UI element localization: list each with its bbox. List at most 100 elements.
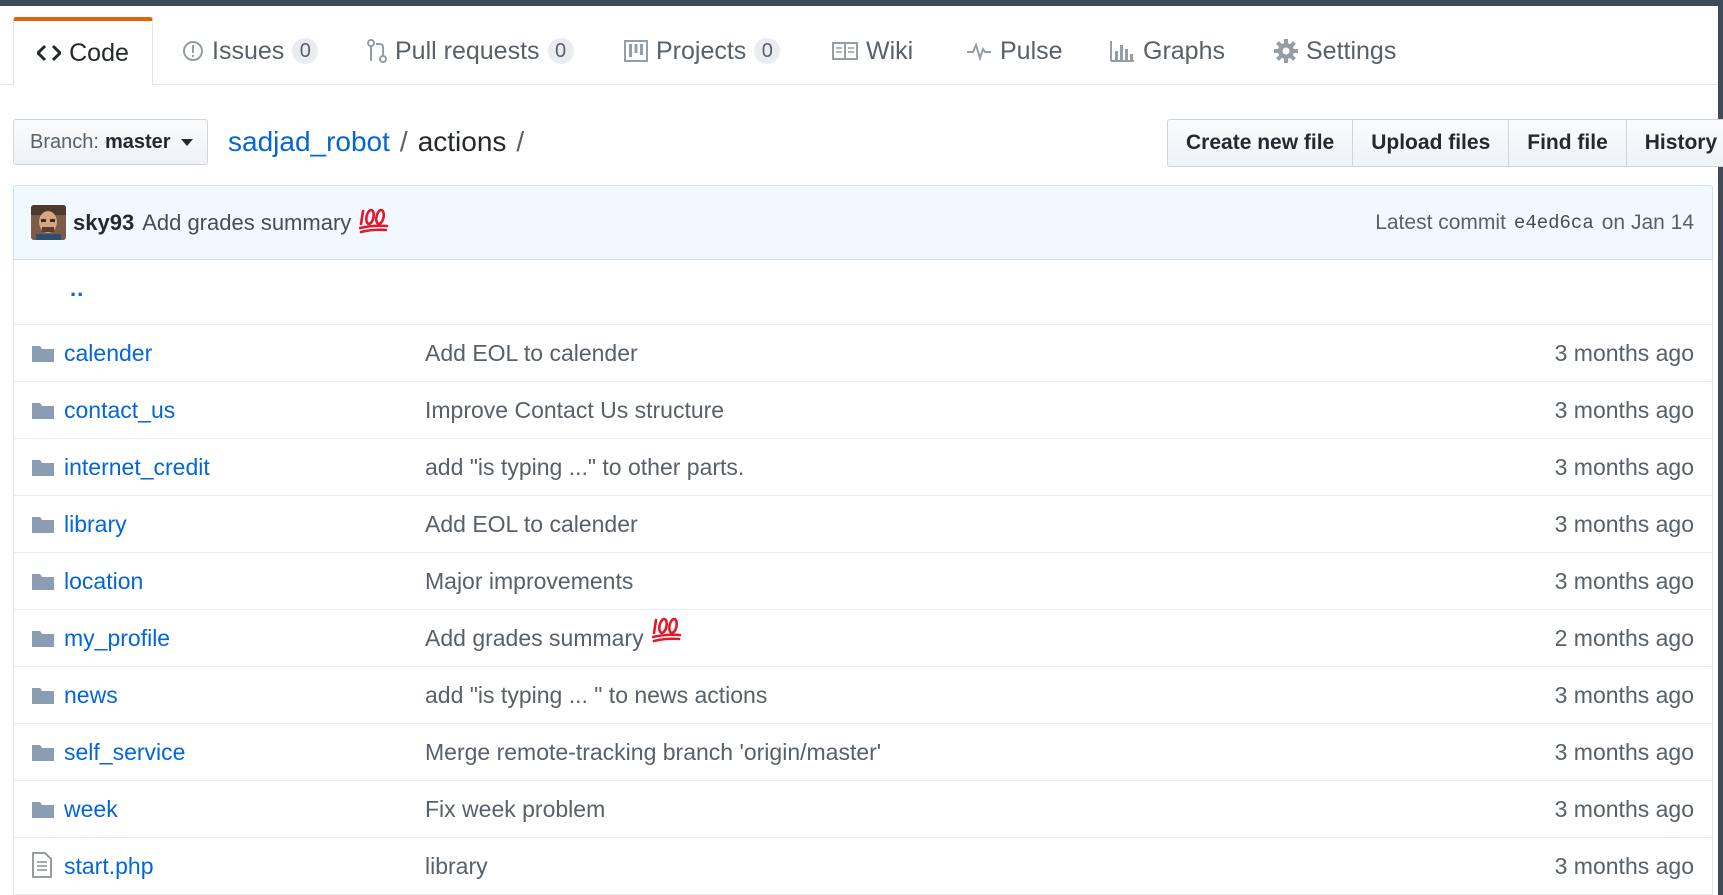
commit-message-link[interactable]: Add grades summary xyxy=(425,610,682,666)
file-name-link[interactable]: internet_credit xyxy=(64,439,210,495)
folder-icon xyxy=(31,513,55,540)
table-row: internet_credit add "is typing ..." to ot… xyxy=(14,439,1712,496)
tab-projects[interactable]: Projects 0 xyxy=(624,18,781,84)
find-file-button[interactable]: Find file xyxy=(1508,119,1627,167)
graph-icon xyxy=(1109,39,1135,63)
tab-code[interactable]: Code xyxy=(13,17,153,85)
file-name-link[interactable]: self_service xyxy=(64,724,185,780)
file-name-link[interactable]: calender xyxy=(64,325,152,381)
history-button[interactable]: History xyxy=(1625,119,1723,167)
issue-opened-icon xyxy=(182,40,204,62)
code-icon xyxy=(37,44,62,62)
tab-settings[interactable]: Settings xyxy=(1274,18,1396,84)
branch-name: master xyxy=(104,130,171,153)
commit-message-link[interactable]: Major improvements xyxy=(425,553,633,609)
commit-message-text: Fix week problem xyxy=(425,796,606,822)
create-new-file-button[interactable]: Create new file xyxy=(1167,119,1354,167)
table-row: self_service Merge remote-tracking branch… xyxy=(14,724,1712,781)
commit-meta: Latest commit e4ed6ca on Jan 14 xyxy=(1375,186,1694,259)
commit-message-link[interactable]: Add EOL to calender xyxy=(425,325,638,381)
branch-prefix: Branch: xyxy=(30,130,99,153)
book-icon xyxy=(832,41,858,61)
commit-message-text: add "is typing ..." to other parts. xyxy=(425,454,745,480)
breadcrumb: sadjad_robot / actions / xyxy=(228,124,524,160)
tab-label: Code xyxy=(69,38,129,67)
commit-message-text: Add EOL to calender xyxy=(425,511,638,537)
file-name-link[interactable]: news xyxy=(64,667,118,723)
chevron-down-icon xyxy=(180,138,193,146)
tab-pulse[interactable]: Pulse xyxy=(966,18,1063,84)
file-name-link[interactable]: week xyxy=(64,781,118,837)
100-emoji-icon xyxy=(359,206,389,234)
table-row: contact_us Improve Contact Us structure 3 … xyxy=(14,382,1712,439)
commit-age: 3 months ago xyxy=(1554,796,1694,822)
commit-age: 3 months ago xyxy=(1554,739,1694,765)
tab-pull-requests[interactable]: Pull requests 0 xyxy=(367,18,574,84)
file-name-link[interactable]: my_profile xyxy=(64,610,170,666)
commit-message-link[interactable]: Improve Contact Us structure xyxy=(425,382,724,438)
folder-icon xyxy=(31,627,55,654)
tab-label: Pull requests xyxy=(395,36,540,65)
commit-message-text: Improve Contact Us structure xyxy=(425,397,725,423)
breadcrumb-trailing-separator: / xyxy=(516,126,525,157)
file-name-link[interactable]: start.php xyxy=(64,838,154,894)
commit-author-link[interactable]: sky93 xyxy=(73,210,134,236)
commit-sha-link[interactable]: e4ed6ca xyxy=(1514,212,1594,234)
commit-message-text: Merge remote-tracking branch 'origin/mas… xyxy=(425,739,882,765)
commit-message-text: Add EOL to calender xyxy=(425,340,638,366)
repository-page: Code Issues 0 Pull requests 0 Projects 0 xyxy=(0,6,1723,895)
tab-label: Settings xyxy=(1306,36,1397,65)
latest-commit-bar: sky93 Add grades summary Latest commit e… xyxy=(13,185,1713,260)
branch-select-button[interactable]: Branch: master xyxy=(13,119,208,165)
latest-commit-label: Latest commit xyxy=(1375,210,1506,234)
commit-date: on Jan 14 xyxy=(1601,210,1694,234)
upload-files-button[interactable]: Upload files xyxy=(1352,119,1510,167)
avatar[interactable] xyxy=(31,205,66,240)
file-icon xyxy=(31,852,53,884)
commit-message-link[interactable]: library xyxy=(425,838,488,894)
file-name-link[interactable]: contact_us xyxy=(64,382,175,438)
tab-label: Graphs xyxy=(1143,36,1225,65)
commit-message-text: library xyxy=(425,853,488,879)
commit-message-link[interactable]: Fix week problem xyxy=(425,781,605,837)
file-name-link[interactable]: library xyxy=(64,496,127,552)
tab-label: Projects xyxy=(656,36,747,65)
table-row: week Fix week problem 3 months ago xyxy=(14,781,1712,838)
tab-graphs[interactable]: Graphs xyxy=(1109,18,1225,84)
commit-age: 3 months ago xyxy=(1554,397,1694,423)
file-name-link[interactable]: location xyxy=(64,553,143,609)
commit-message-link[interactable]: add "is typing ... " to news actions xyxy=(425,667,767,723)
commit-age: 3 months ago xyxy=(1554,853,1694,879)
breadcrumb-separator: / xyxy=(399,126,408,157)
tab-wiki[interactable]: Wiki xyxy=(832,18,913,84)
commit-age: 3 months ago xyxy=(1554,682,1694,708)
tab-issues[interactable]: Issues 0 xyxy=(182,18,319,84)
commit-age: 3 months ago xyxy=(1554,568,1694,594)
issues-counter: 0 xyxy=(292,38,319,64)
table-row: news add "is typing ... " to news actions… xyxy=(14,667,1712,724)
project-icon xyxy=(624,39,648,63)
pulse-icon xyxy=(966,41,992,61)
table-row: calender Add EOL to calender 3 months ago xyxy=(14,325,1712,382)
commit-age: 3 months ago xyxy=(1554,340,1694,366)
repo-nav-tabs: Code Issues 0 Pull requests 0 Projects 0 xyxy=(0,6,1718,85)
parent-directory-row: .. xyxy=(14,260,1712,325)
commit-message-link[interactable]: Merge remote-tracking branch 'origin/mas… xyxy=(425,724,881,780)
table-row: start.php library 3 months ago xyxy=(14,838,1712,895)
breadcrumb-repo-link[interactable]: sadjad_robot xyxy=(228,126,390,158)
commit-message-link[interactable]: Add grades summary xyxy=(142,210,351,236)
folder-icon xyxy=(31,342,55,369)
commit-age: 3 months ago xyxy=(1554,511,1694,537)
folder-icon xyxy=(31,684,55,711)
tab-label: Issues xyxy=(212,36,285,65)
parent-directory-link[interactable]: .. xyxy=(70,276,84,302)
tab-label: Pulse xyxy=(1000,36,1063,65)
commit-message-link[interactable]: add "is typing ..." to other parts. xyxy=(425,439,744,495)
gear-icon xyxy=(1274,39,1298,63)
tab-label: Wiki xyxy=(866,36,914,65)
commit-message-link[interactable]: Add EOL to calender xyxy=(425,496,638,552)
git-pull-request-icon xyxy=(367,39,387,63)
commit-age: 3 months ago xyxy=(1554,454,1694,480)
table-row: location Major improvements 3 months ago xyxy=(14,553,1712,610)
folder-icon xyxy=(31,399,55,426)
